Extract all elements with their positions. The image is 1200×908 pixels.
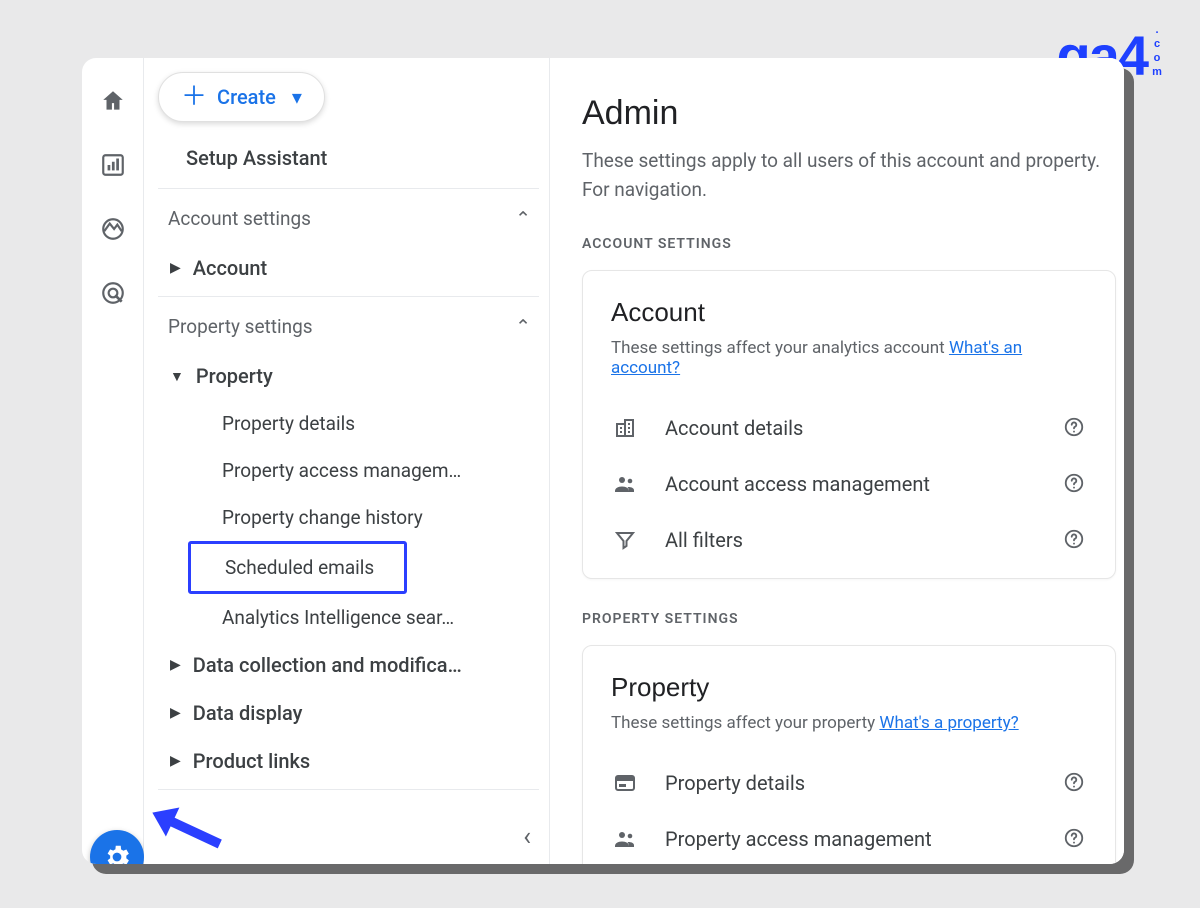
caret-right-icon: ▶ bbox=[170, 260, 181, 276]
account-card-title: Account bbox=[611, 297, 1087, 328]
page-title: Admin bbox=[582, 94, 1116, 133]
help-icon[interactable] bbox=[1063, 472, 1087, 496]
page-subtitle: These settings apply to all users of thi… bbox=[582, 147, 1116, 204]
app-window: ＋ Create ▾ Setup Assistant Account setti… bbox=[82, 58, 1124, 864]
web-icon bbox=[611, 771, 639, 795]
chevron-up-icon: ⌃ bbox=[515, 207, 531, 230]
caret-down-icon: ▼ bbox=[170, 368, 184, 385]
sidebar-account-settings-header[interactable]: Account settings ⌃ bbox=[158, 193, 539, 244]
row-property-details[interactable]: Property details bbox=[611, 755, 1087, 811]
whats-a-property-link[interactable]: What's a property? bbox=[879, 713, 1018, 733]
property-access-label: Property access management bbox=[665, 827, 1037, 851]
caret-right-icon: ▶ bbox=[170, 753, 181, 769]
admin-sidebar: ＋ Create ▾ Setup Assistant Account setti… bbox=[144, 58, 550, 864]
property-section-label: PROPERTY SETTINGS bbox=[582, 611, 1116, 627]
sidebar-property-settings-header[interactable]: Property settings ⌃ bbox=[158, 301, 539, 352]
sidebar-data-display[interactable]: ▶ Data display bbox=[158, 689, 539, 737]
sidebar-analytics-intelligence-search[interactable]: Analytics Intelligence sear… bbox=[158, 594, 539, 641]
nav-rail bbox=[82, 58, 144, 864]
account-card-subtitle: These settings affect your analytics acc… bbox=[611, 338, 1087, 378]
people-icon bbox=[611, 472, 639, 496]
chevron-up-icon: ⌃ bbox=[515, 315, 531, 338]
advertising-icon[interactable] bbox=[100, 280, 126, 306]
brand-text-small: .com bbox=[1151, 24, 1162, 80]
explore-icon[interactable] bbox=[100, 216, 126, 242]
property-card: Property These settings affect your prop… bbox=[582, 645, 1116, 864]
sidebar-property-access[interactable]: Property access managem… bbox=[158, 447, 539, 494]
sidebar-data-collection[interactable]: ▶ Data collection and modifica… bbox=[158, 641, 539, 689]
building-icon bbox=[611, 416, 639, 440]
main-content: Admin These settings apply to all users … bbox=[550, 58, 1124, 864]
sidebar-property[interactable]: ▼ Property bbox=[158, 352, 539, 400]
property-card-title: Property bbox=[611, 672, 1087, 703]
reports-icon[interactable] bbox=[100, 152, 126, 178]
data-collection-label: Data collection and modifica… bbox=[193, 653, 462, 677]
help-icon[interactable] bbox=[1063, 528, 1087, 552]
caret-right-icon: ▶ bbox=[170, 657, 181, 673]
plus-icon: ＋ bbox=[181, 87, 207, 107]
account-section-label: ACCOUNT SETTINGS bbox=[582, 236, 1116, 252]
home-icon[interactable] bbox=[100, 88, 126, 114]
product-links-label: Product links bbox=[193, 749, 310, 773]
caret-right-icon: ▶ bbox=[170, 705, 181, 721]
account-card: Account These settings affect your analy… bbox=[582, 270, 1116, 579]
row-property-access[interactable]: Property access management bbox=[611, 811, 1087, 864]
account-details-label: Account details bbox=[665, 416, 1037, 440]
help-icon[interactable] bbox=[1063, 771, 1087, 795]
sidebar-scheduled-emails[interactable]: Scheduled emails bbox=[188, 541, 407, 594]
chevron-down-icon: ▾ bbox=[292, 85, 302, 109]
filter-icon bbox=[611, 528, 639, 552]
sidebar-property-details[interactable]: Property details bbox=[158, 400, 539, 447]
help-icon[interactable] bbox=[1063, 416, 1087, 440]
sidebar-property-change-history[interactable]: Property change history bbox=[158, 494, 539, 541]
account-settings-label: Account settings bbox=[168, 207, 311, 230]
help-icon[interactable] bbox=[1063, 827, 1087, 851]
collapse-sidebar-button[interactable]: ‹ bbox=[523, 822, 531, 852]
all-filters-label: All filters bbox=[665, 528, 1037, 552]
property-card-subtitle: These settings affect your property What… bbox=[611, 713, 1087, 733]
row-account-access[interactable]: Account access management bbox=[611, 456, 1087, 512]
property-settings-label: Property settings bbox=[168, 315, 313, 338]
create-label: Create bbox=[217, 85, 276, 109]
property-label: Property bbox=[196, 364, 273, 388]
sidebar-account[interactable]: ▶ Account bbox=[158, 244, 539, 292]
property-details-label: Property details bbox=[665, 771, 1037, 795]
sidebar-setup-assistant[interactable]: Setup Assistant bbox=[158, 132, 539, 184]
data-display-label: Data display bbox=[193, 701, 303, 725]
account-label: Account bbox=[193, 256, 267, 280]
create-button[interactable]: ＋ Create ▾ bbox=[158, 72, 325, 122]
account-access-label: Account access management bbox=[665, 472, 1037, 496]
sidebar-product-links[interactable]: ▶ Product links bbox=[158, 737, 539, 785]
row-account-details[interactable]: Account details bbox=[611, 400, 1087, 456]
admin-gear-button[interactable] bbox=[90, 830, 144, 864]
people-icon bbox=[611, 827, 639, 851]
row-all-filters[interactable]: All filters bbox=[611, 512, 1087, 568]
